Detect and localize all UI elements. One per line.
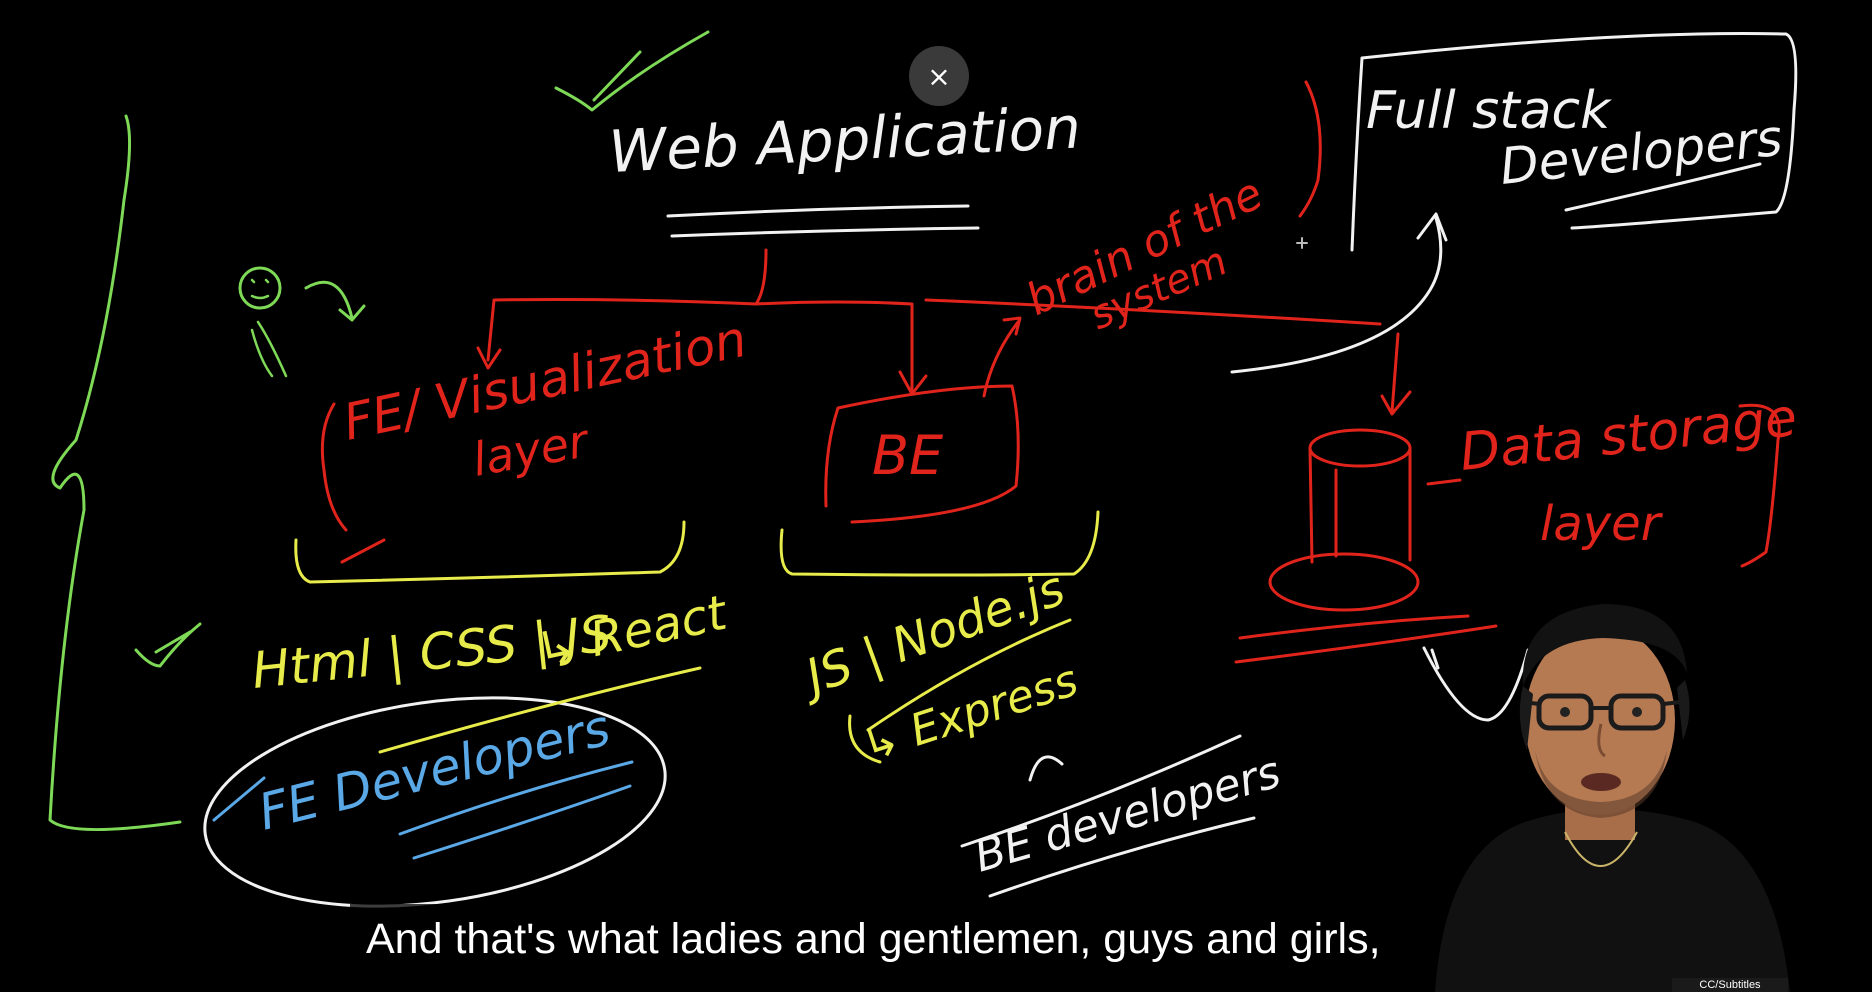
blue-ink-layer: FE Developers: [212, 698, 634, 860]
be-developers-text: BE developers: [969, 747, 1286, 883]
data-storage-line1: Data storage: [1457, 388, 1800, 483]
data-storage-line2: layer: [1540, 496, 1664, 552]
db-connector: [924, 298, 1412, 416]
presenter-webcam: [1435, 604, 1790, 992]
db-base: [1268, 552, 1420, 612]
brain-arrow: [982, 316, 1022, 398]
yellow-ink-layer: Html | CSS | JS ↳ React JS | Node.js ↳ E…: [249, 510, 1100, 772]
cc-subtitles-badge[interactable]: CC/Subtitles: [1672, 978, 1788, 992]
fe-bracket: [294, 520, 686, 584]
user-smiley-icon: [238, 266, 282, 310]
video-frame: Web Application Full stack Developers BE…: [0, 0, 1872, 992]
fullstack-arrow: [1230, 212, 1448, 374]
fe-checkmark: [134, 622, 202, 668]
be-box-text: BE: [872, 424, 944, 487]
fe-tech-line2: ↳ React: [531, 584, 734, 679]
brain-bracket: [1298, 80, 1322, 218]
left-brace: [48, 114, 182, 831]
title-underline: [666, 204, 980, 238]
user-smiley-features: [250, 278, 288, 378]
close-button[interactable]: ×: [909, 46, 969, 106]
title-text: Web Application: [607, 93, 1082, 186]
title-checkmark: [554, 30, 710, 112]
fe-box-line2: layer: [469, 413, 595, 487]
user-arrow: [304, 280, 366, 322]
cursor-crosshair-icon: [1296, 237, 1308, 249]
subtitle-caption: And that's what ladies and gentlemen, gu…: [350, 904, 1397, 974]
db-top: [1308, 428, 1412, 468]
